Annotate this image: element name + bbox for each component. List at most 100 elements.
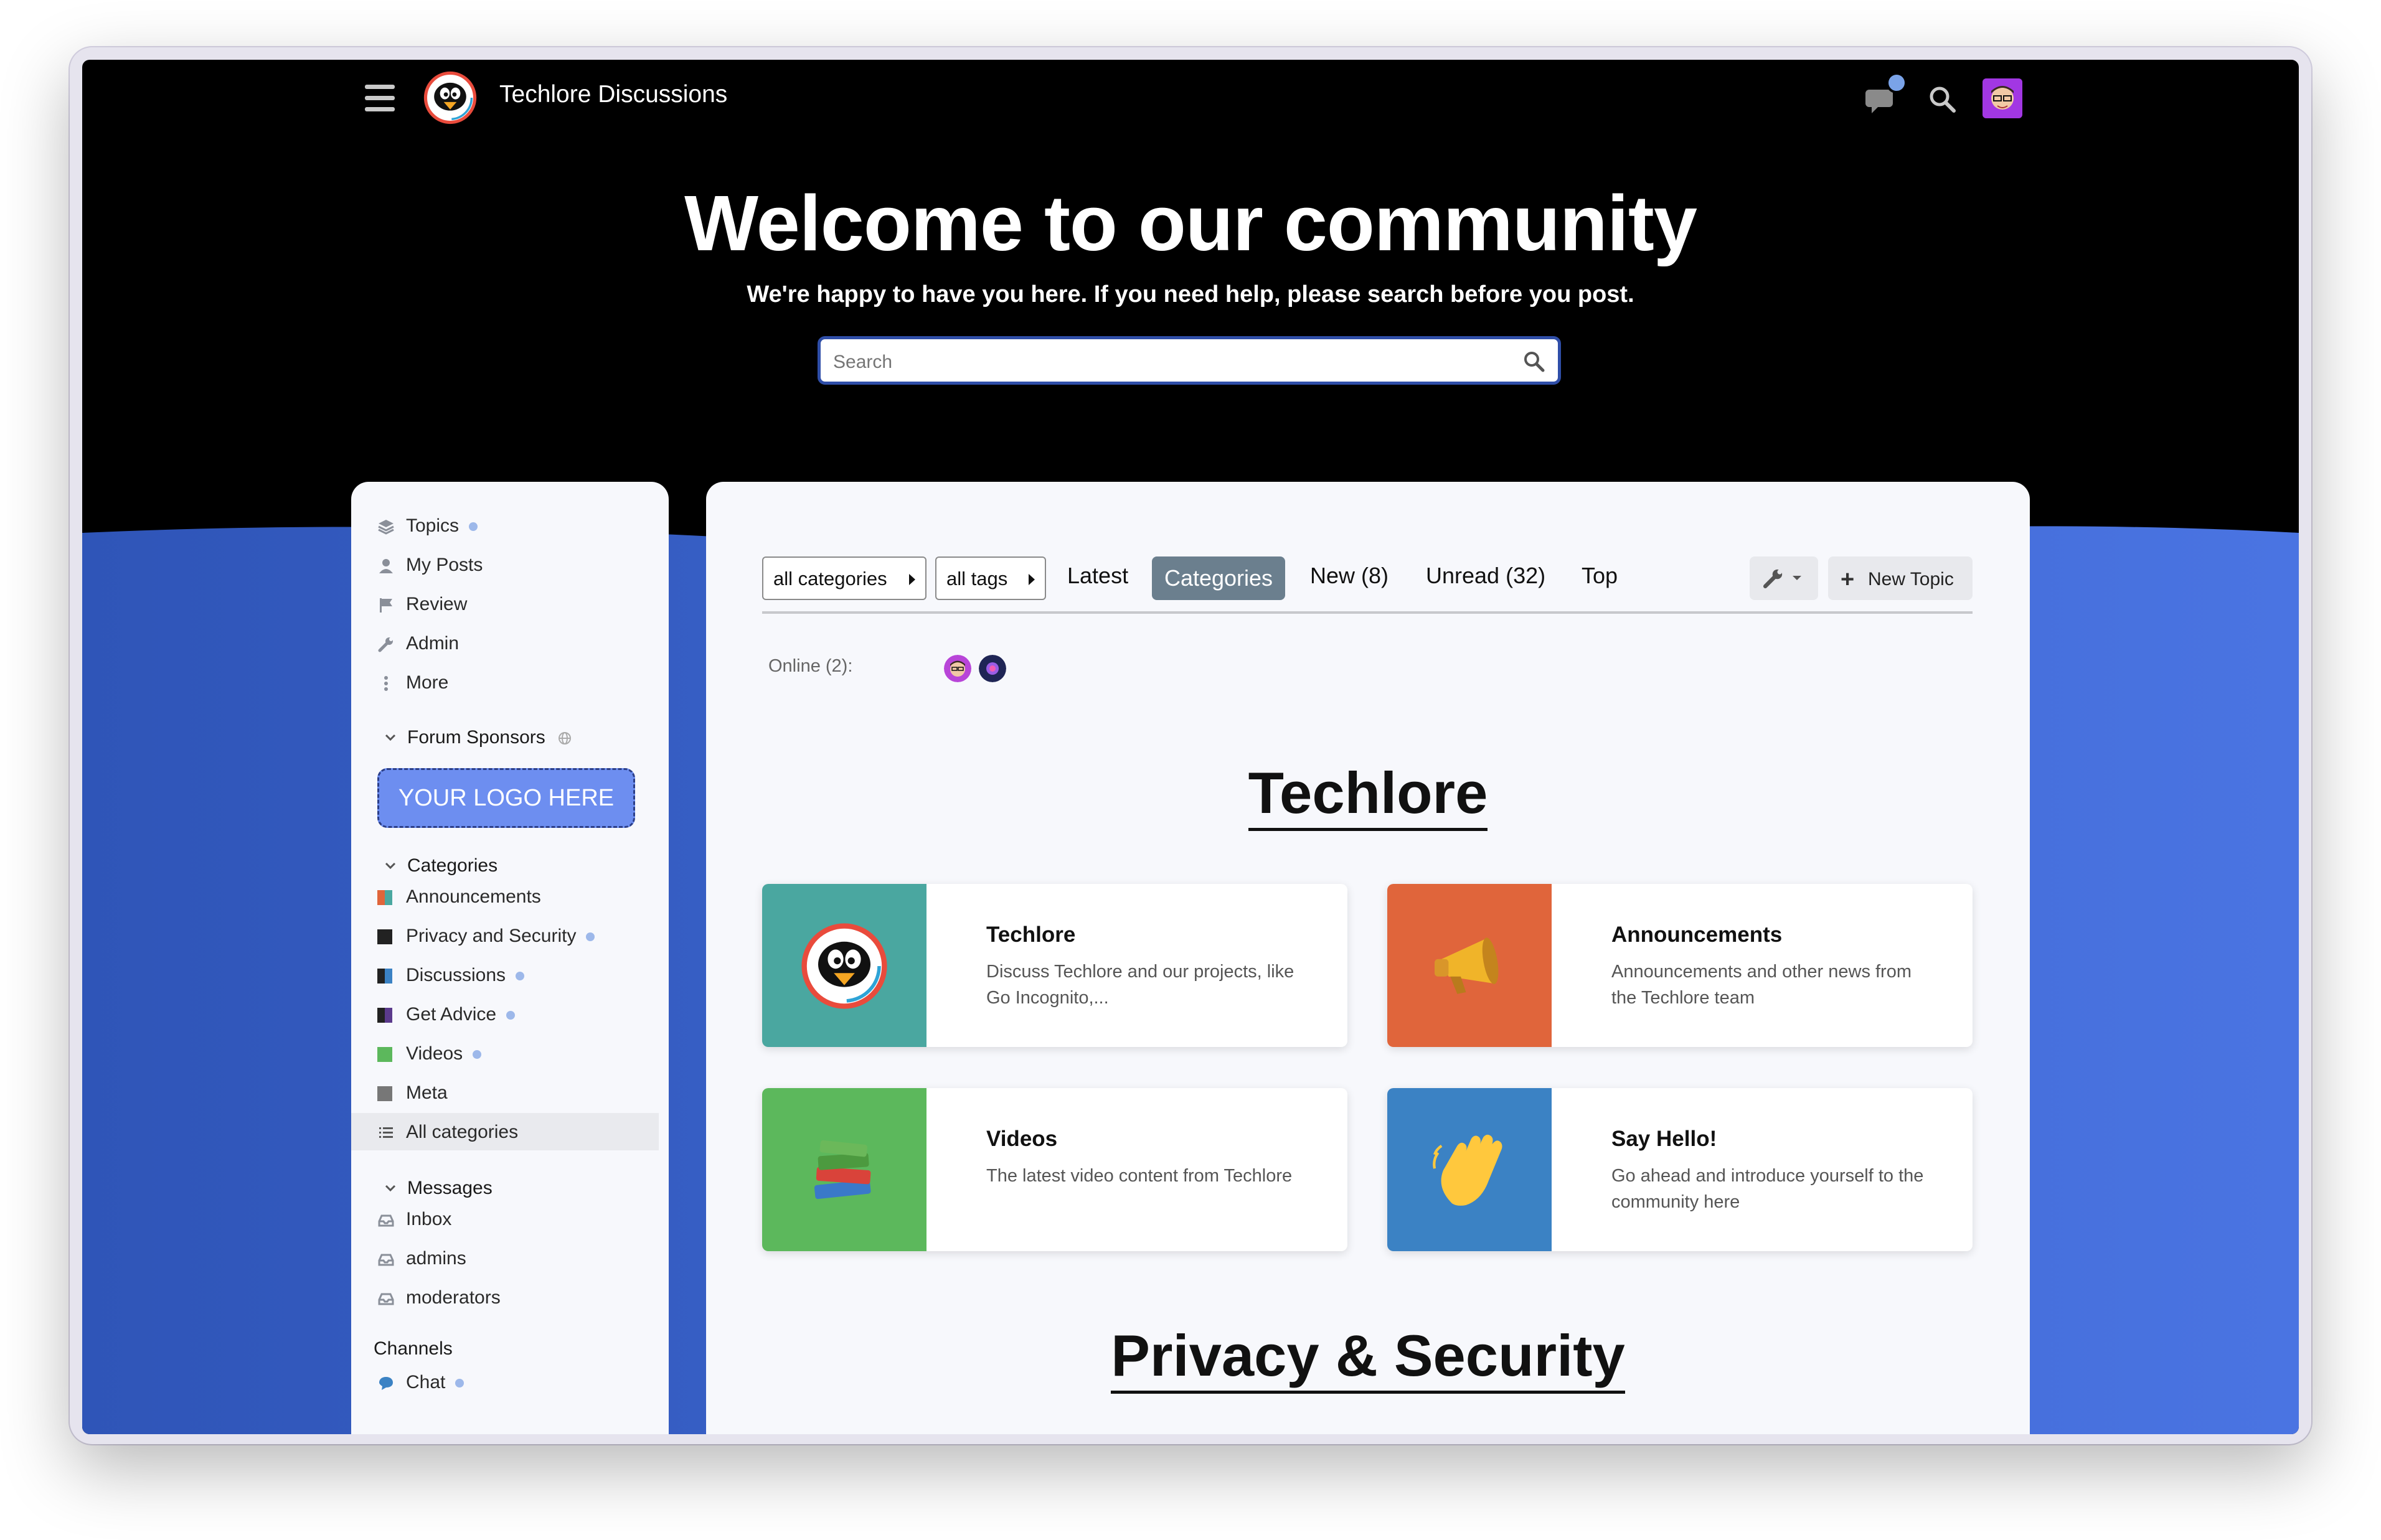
sidebar-item-label: Videos (406, 1043, 463, 1064)
category-card-description: The latest video content from Techlore (986, 1166, 1293, 1186)
sidebar-item-label: My Posts (406, 555, 483, 575)
category-section-title: Privacy & Security (706, 1322, 2030, 1394)
sidebar-item-label: All categories (406, 1122, 519, 1142)
sidebar-item-topics[interactable]: Topics (351, 507, 659, 544)
sidebar-channel-chat[interactable]: Chat (351, 1363, 659, 1401)
sidebar-item-my-posts[interactable]: My Posts (351, 546, 659, 583)
tab-unread[interactable]: Unread (32) (1426, 563, 1545, 589)
sidebar-item-label: More (406, 672, 449, 693)
category-color-swatch (377, 1008, 392, 1023)
nav-divider (762, 611, 1973, 614)
tag-filter-dropdown[interactable]: all tags (935, 556, 1046, 600)
search-placeholder: Search (833, 352, 893, 372)
plus-icon: + (1841, 566, 1855, 593)
online-users-label: Online (2): (768, 656, 853, 676)
new-topic-button[interactable]: + New Topic (1828, 556, 1973, 600)
online-user-avatar[interactable] (979, 655, 1006, 682)
sidebar-section-forum-sponsors[interactable]: Forum Sponsors (374, 722, 623, 753)
tab-latest[interactable]: Latest (1067, 563, 1128, 589)
category-card-say-hello[interactable]: Say Hello! Go ahead and introduce yourse… (1387, 1088, 1973, 1251)
sidebar-item-admin[interactable]: Admin (351, 624, 659, 662)
sidebar-category-privacy-security[interactable]: Privacy and Security (351, 917, 659, 954)
category-card-techlore[interactable]: Techlore Discuss Techlore and our projec… (762, 884, 1347, 1047)
app-window: Techlore Discussions Welcome to our comm… (82, 60, 2299, 1434)
hamburger-menu-button[interactable] (365, 85, 395, 112)
category-card-videos[interactable]: Videos The latest video content from Tec… (762, 1088, 1347, 1251)
category-color-swatch (377, 1047, 392, 1062)
tab-categories[interactable]: Categories (1152, 556, 1285, 600)
sidebar-category-meta[interactable]: Meta (351, 1074, 659, 1111)
section-heading: Messages (407, 1178, 493, 1198)
category-filter-dropdown[interactable]: all categories (762, 556, 926, 600)
sidebar-item-label: Chat (406, 1372, 446, 1392)
category-color-swatch (377, 1086, 392, 1101)
category-color-swatch (377, 929, 392, 944)
category-card-description: Discuss Techlore and our projects, like … (986, 962, 1294, 1008)
section-title-text: Privacy & Security (1111, 1323, 1625, 1394)
sidebar-item-more[interactable]: More (351, 664, 659, 701)
category-thumbnail (762, 884, 926, 1047)
sponsor-logo-placeholder[interactable]: YOUR LOGO HERE (377, 768, 635, 828)
unread-dot (455, 1379, 464, 1388)
penguin-icon (801, 923, 887, 1009)
inbox-icon (378, 1293, 394, 1305)
sidebar-message-inbox[interactable]: Inbox (351, 1200, 659, 1237)
chat-notification-dot (1886, 72, 1907, 93)
section-title-text: Techlore (1248, 760, 1488, 831)
sidebar-category-videos[interactable]: Videos (351, 1035, 659, 1072)
flag-icon (380, 598, 392, 613)
tag-filter-label: all tags (946, 568, 1008, 589)
sidebar-item-label: Get Advice (406, 1004, 497, 1025)
site-title[interactable]: Techlore Discussions (499, 81, 727, 108)
sidebar-section-messages[interactable]: Messages (374, 1173, 623, 1204)
online-user-avatar[interactable] (944, 655, 971, 682)
sidebar-item-label: Meta (406, 1082, 448, 1103)
search-icon[interactable] (1522, 349, 1547, 374)
sidebar-item-review[interactable]: Review (351, 585, 659, 622)
chat-bubble-icon (379, 1377, 393, 1390)
tab-top[interactable]: Top (1582, 563, 1618, 589)
category-card-title[interactable]: Announcements (1611, 923, 1782, 947)
sidebar-item-label: Inbox (406, 1209, 452, 1229)
sidebar-item-label: Discussions (406, 965, 506, 985)
category-card-description: Announcements and other news from the Te… (1611, 962, 1912, 1008)
books-icon (814, 1140, 871, 1200)
chevron-down-icon (385, 862, 396, 870)
sidebar-category-get-advice[interactable]: Get Advice (351, 995, 659, 1033)
globe-icon (559, 732, 572, 745)
sidebar-item-label: Privacy and Security (406, 926, 577, 946)
category-card-title[interactable]: Techlore (986, 923, 1075, 947)
search-icon[interactable] (1925, 82, 1960, 117)
sidebar-item-all-categories[interactable]: All categories (351, 1113, 659, 1150)
tab-new[interactable]: New (8) (1310, 563, 1389, 589)
inbox-icon (378, 1214, 394, 1227)
sidebar-message-admins[interactable]: admins (351, 1239, 659, 1277)
section-heading: Forum Sponsors (407, 727, 545, 748)
user-avatar[interactable] (1983, 78, 2022, 118)
sidebar-message-moderators[interactable]: moderators (351, 1279, 659, 1316)
sidebar: Topics My Posts Review Admin More Forum … (351, 482, 669, 1434)
unread-dot (469, 522, 478, 532)
sidebar-section-categories[interactable]: Categories (374, 850, 623, 881)
unread-dot (516, 972, 525, 981)
sidebar-category-discussions[interactable]: Discussions (351, 956, 659, 993)
category-thumbnail (1387, 884, 1552, 1047)
category-card-announcements[interactable]: Announcements Announcements and other ne… (1387, 884, 1973, 1047)
category-card-title[interactable]: Say Hello! (1611, 1127, 1717, 1152)
sidebar-item-label: Admin (406, 633, 460, 654)
category-thumbnail (1387, 1088, 1552, 1251)
banner-search-input[interactable]: Search (818, 336, 1561, 385)
list-icon (379, 1127, 393, 1138)
admin-tools-button[interactable] (1750, 556, 1818, 600)
penguin-logo-icon[interactable] (423, 71, 477, 124)
chevron-down-icon (385, 734, 396, 741)
sidebar-item-label: Announcements (406, 886, 541, 907)
user-icon (379, 559, 393, 573)
category-card-title[interactable]: Videos (986, 1127, 1057, 1152)
sidebar-section-channels[interactable]: Channels (374, 1338, 453, 1359)
sidebar-category-announcements[interactable]: Announcements (351, 878, 659, 915)
welcome-banner-subtitle: We're happy to have you here. If you nee… (747, 281, 1634, 308)
unread-dot (586, 932, 595, 942)
welcome-banner-title: Welcome to our community (684, 179, 1697, 267)
sidebar-item-label: moderators (406, 1287, 501, 1308)
